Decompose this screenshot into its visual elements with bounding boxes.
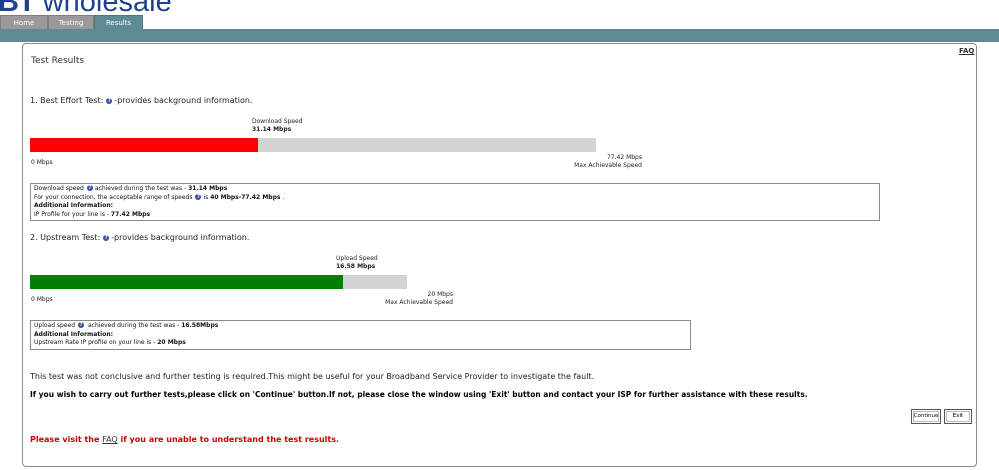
faq-inline-link[interactable]: FAQ — [102, 435, 118, 444]
exit-button[interactable]: Exit — [944, 409, 972, 424]
upstream-heading-label: 2. Upstream Test: — [30, 233, 101, 242]
upload-speed-value: 16.58 Mbps — [336, 263, 376, 270]
download-max-label: 77.42 Mbps Max Achievable Speed — [574, 154, 642, 170]
faq-help-message: Please visit the FAQ if you are unable t… — [30, 435, 339, 444]
page-title: Test Results — [31, 56, 85, 66]
upstream-additional-info-heading: Additional Information: — [34, 330, 114, 338]
upstream-ip-profile-line: Upstream Rate IP profile on your line is… — [34, 339, 687, 348]
instructions-message: If you wish to carry out further tests,p… — [30, 390, 808, 399]
upload-max-value: 20 Mbps — [427, 291, 453, 298]
acceptable-range-value: 40 Mbps-77.42 Mbps — [210, 193, 281, 201]
acceptable-range-suffix: . — [280, 193, 285, 201]
help-icon[interactable]: ? — [195, 193, 202, 200]
ip-profile-line: IP Profile for your line is - 77.42 Mbps — [34, 211, 876, 220]
acceptable-range-line: For your connection, the acceptable rang… — [34, 193, 876, 203]
upload-info-value: 16.58Mbps — [181, 322, 219, 329]
faq-help-prefix: Please visit the — [30, 435, 103, 444]
upload-bar-label: Upload Speed 16.58 Mbps — [336, 255, 378, 271]
help-icon[interactable]: ? — [86, 185, 93, 191]
help-icon[interactable]: ? — [106, 98, 113, 104]
upload-max-caption: Max Achievable Speed — [385, 299, 453, 306]
ip-profile-text: IP Profile for your line is - — [34, 210, 111, 218]
download-info-box: Download speed? achieved during the test … — [30, 183, 880, 221]
faq-help-suffix: if you are unable to understand the test… — [117, 435, 340, 444]
upload-info-box: Upload speed? achieved during the test w… — [30, 320, 691, 350]
results-panel — [22, 43, 977, 467]
download-max-value: 77.42 Mbps — [606, 154, 642, 161]
upload-speed-bar — [30, 275, 407, 289]
tab-home[interactable]: Home — [0, 15, 48, 29]
download-info-text: achieved during the test was - — [94, 185, 189, 192]
upload-speed-term: Upload speed — [34, 322, 76, 329]
tab-results[interactable]: Results — [94, 15, 143, 29]
acceptable-range-text: For your connection, the acceptable rang… — [34, 193, 193, 201]
download-min-label: 0 Mbps — [31, 159, 53, 166]
download-speed-caption: Download Speed — [252, 118, 303, 125]
faq-link[interactable]: FAQ — [959, 47, 974, 55]
upstream-heading-suffix: -provides background information. — [111, 233, 250, 242]
upload-speed-caption: Upload Speed — [336, 255, 378, 262]
best-effort-heading-suffix: -provides background information. — [114, 96, 253, 105]
upload-speed-fill — [30, 275, 343, 289]
download-info-value: 31.14 Mbps — [188, 185, 228, 192]
download-speed-value: 31.14 Mbps — [252, 126, 292, 133]
upstream-ip-profile-text: Upstream Rate IP profile on your line is… — [34, 339, 158, 346]
download-info-line: Download speed? achieved during the test … — [34, 185, 876, 194]
upload-max-label: 20 Mbps Max Achievable Speed — [385, 291, 453, 307]
upload-info-text: achieved during the test was - — [86, 322, 182, 329]
download-speed-term: Download speed — [34, 185, 84, 192]
ip-profile-value: 77.42 Mbps — [110, 210, 151, 218]
continue-button[interactable]: Continue — [911, 409, 941, 424]
help-icon[interactable]: ? — [78, 322, 85, 328]
download-max-caption: Max Achievable Speed — [574, 162, 642, 169]
upload-info-line: Upload speed? achieved during the test w… — [34, 322, 687, 331]
upstream-heading: 2. Upstream Test:? -provides background i… — [30, 233, 249, 242]
download-speed-bar — [30, 138, 596, 152]
best-effort-heading-label: 1. Best Effort Test: — [30, 96, 104, 105]
upload-min-label: 0 Mbps — [31, 296, 53, 303]
download-bar-label: Download Speed 31.14 Mbps — [252, 118, 303, 134]
download-speed-fill — [30, 138, 258, 152]
header-bar — [0, 29, 999, 42]
upstream-ip-profile-value: 20 Mbps — [157, 339, 186, 346]
additional-info-heading: Additional Information: — [34, 202, 114, 209]
help-icon[interactable]: ? — [103, 235, 110, 241]
tab-testing[interactable]: Testing — [48, 15, 94, 29]
inconclusive-message: This test was not conclusive and further… — [30, 372, 595, 381]
best-effort-heading: 1. Best Effort Test:? -provides backgroun… — [30, 96, 253, 105]
